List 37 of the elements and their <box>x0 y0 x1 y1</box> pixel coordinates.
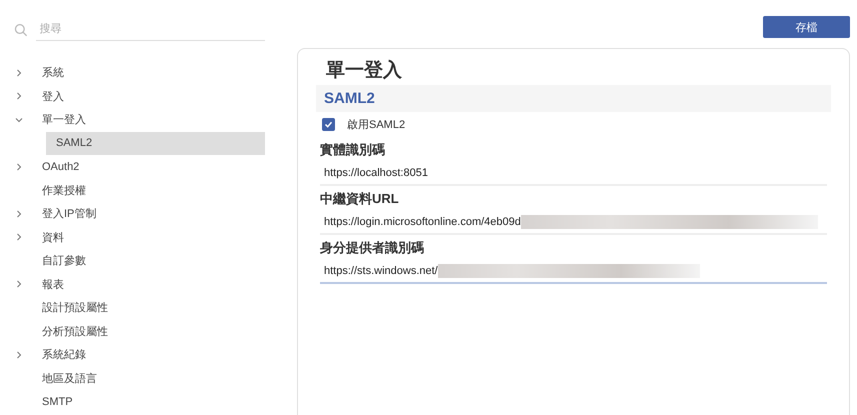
field-label: 身分提供者識別碼 <box>319 239 425 257</box>
sidebar-item[interactable]: 系統 <box>38 61 68 84</box>
search-icon <box>14 22 28 36</box>
chevron-icon[interactable] <box>15 162 23 171</box>
sidebar-item[interactable]: 資料 <box>38 226 68 249</box>
chevron-icon[interactable] <box>15 210 23 218</box>
sidebar-item[interactable]: 單一登入 <box>38 108 90 132</box>
check-icon <box>324 120 333 129</box>
sidebar-item[interactable]: 系統紀錄 <box>38 343 90 366</box>
sidebar-item[interactable]: 登入 <box>38 84 68 108</box>
sidebar-item[interactable]: 分析預設屬性 <box>38 320 112 343</box>
search-field[interactable]: 搜尋 <box>36 18 265 41</box>
save-button[interactable]: 存檔 <box>763 16 850 38</box>
chevron-icon[interactable] <box>15 350 23 359</box>
sidebar-item[interactable]: SAML2 <box>46 132 265 155</box>
sidebar-item[interactable]: 設計預設屬性 <box>38 296 112 320</box>
input-field[interactable]: https://sts.windows.net/ <box>320 260 827 284</box>
sidebar-item[interactable]: 自訂參數 <box>38 249 90 272</box>
sidebar-item[interactable]: 報表 <box>38 272 68 296</box>
checkbox-label: 啟用SAML2 <box>347 118 406 132</box>
sidebar-item[interactable]: 作業授權 <box>38 178 90 202</box>
sidebar-item[interactable]: 登入IP管制 <box>38 202 100 226</box>
chevron-icon[interactable] <box>15 68 23 77</box>
field-label: 實體識別碼 <box>319 141 386 159</box>
chevron-icon[interactable] <box>15 233 23 242</box>
field-label: 中繼資料URL <box>319 190 400 208</box>
sidebar-item[interactable]: 地區及語言 <box>38 366 101 390</box>
sidebar-item[interactable]: SMTP <box>38 390 77 414</box>
page-title: 單一登入 <box>325 58 403 83</box>
input-field[interactable]: https://login.microsoftonline.com/4eb09d <box>320 211 827 235</box>
chevron-icon[interactable] <box>15 280 23 288</box>
chevron-icon[interactable] <box>15 116 23 124</box>
input-field[interactable]: https://localhost:8051 <box>320 162 827 186</box>
sidebar-item[interactable]: OAuth2 <box>38 155 84 178</box>
section-header: SAML2 <box>316 85 831 112</box>
checkbox[interactable] <box>322 118 335 131</box>
chevron-icon[interactable] <box>15 92 23 100</box>
